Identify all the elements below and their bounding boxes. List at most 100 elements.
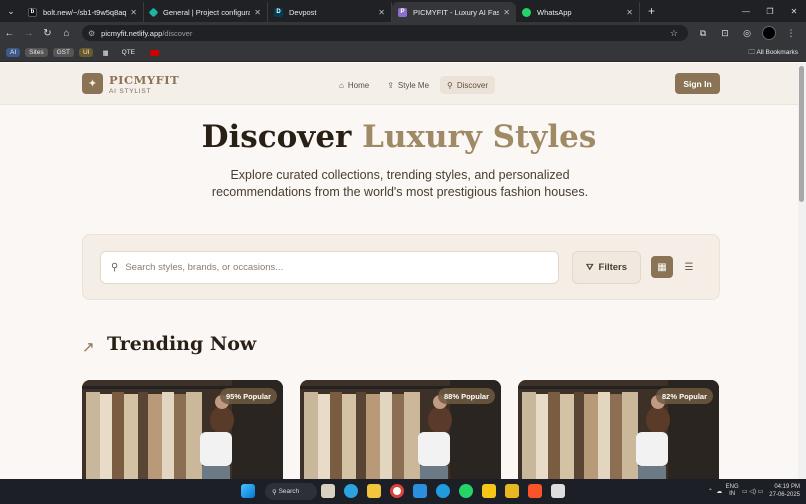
bookmark-ai[interactable]: AI (6, 48, 21, 57)
notes-icon[interactable] (482, 484, 496, 498)
taskbar-search[interactable]: ⚲ Search (265, 483, 317, 500)
logo-sparkle-icon[interactable]: ✦ (82, 73, 103, 94)
scrollbar-thumb[interactable] (799, 66, 804, 202)
edge-icon[interactable] (436, 484, 450, 498)
close-window-icon[interactable]: ✕ (782, 0, 806, 22)
all-bookmarks[interactable]: 🗀 All Bookmarks (749, 48, 799, 59)
browser-tab-whatsapp[interactable]: WhatsApp ✕ (516, 2, 640, 22)
nav-discover[interactable]: ⚲ Discover (440, 76, 495, 94)
browser-tab-picmyfit[interactable]: P PICMYFIT - Luxury AI Fashion St... ✕ (392, 2, 516, 22)
reload-icon[interactable]: ↻ (38, 22, 57, 44)
bookmark-youtube[interactable] (144, 49, 163, 57)
extensions-icon[interactable]: ⧉ (692, 22, 714, 44)
page-description: Explore curated collections, trending st… (211, 168, 589, 199)
brave-icon[interactable] (528, 484, 542, 498)
trending-card[interactable]: 95% Popular (82, 380, 283, 479)
nav-discover-label: Discover (456, 80, 488, 90)
grid-icon: ▦ (657, 261, 667, 273)
browser-tab-general[interactable]: General | Project configuration ✕ (144, 2, 268, 22)
bookmark-sites[interactable]: Sites (25, 48, 48, 57)
url-path: /discover (162, 28, 193, 38)
vscode-icon[interactable] (413, 484, 427, 498)
volume-icon[interactable]: ◁) (749, 488, 756, 495)
close-tab-icon[interactable]: ✕ (503, 8, 510, 17)
address-bar-row: ← → ↻ ⌂ ⚙ picmyfit.netlify.app/discover … (0, 22, 806, 44)
bookmark-qte[interactable]: QTE (118, 48, 139, 57)
widgets-icon[interactable] (321, 484, 335, 498)
clock[interactable]: 04:19 PM 27-06-2025 (769, 483, 800, 499)
forward-icon[interactable]: → (19, 22, 38, 44)
region-label: IN (729, 491, 736, 497)
close-tab-icon[interactable]: ✕ (378, 8, 385, 17)
section-title-trending: Trending Now (107, 333, 257, 355)
system-tray: ⌃ ☁ ENG IN ▭ ◁) ▭ 04:19 PM 27-06-2025 (708, 483, 800, 499)
tab-title: Devpost (289, 7, 317, 17)
snipping-tool-icon[interactable] (551, 484, 565, 498)
tab-search-icon[interactable]: ⌄ (0, 0, 22, 22)
onedrive-icon[interactable]: ☁ (716, 488, 722, 495)
browser-tab-devpost[interactable]: D Devpost ✕ (268, 2, 392, 22)
app-icon[interactable] (505, 484, 519, 498)
grid-view-button[interactable]: ▦ (651, 256, 673, 278)
profile-avatar[interactable] (762, 26, 776, 40)
tray-chevron-icon[interactable]: ⌃ (708, 488, 713, 495)
url-host: picmyfit.netlify.app (101, 28, 163, 38)
taskbar-search-label: Search (278, 488, 300, 495)
netlify-favicon-icon (148, 7, 159, 17)
url-field[interactable]: ⚙ picmyfit.netlify.app/discover ☆ (82, 25, 688, 41)
brand-name[interactable]: PICMYFIT (109, 73, 179, 87)
sign-in-button[interactable]: Sign In (675, 73, 720, 94)
browser-tab-bolt[interactable]: b bolt.new/~/sb1-t9w5q8aq ✕ (22, 2, 144, 22)
tab-title: WhatsApp (537, 7, 572, 17)
nav-home[interactable]: ⌂ Home (332, 76, 376, 94)
maximize-icon[interactable]: ❐ (758, 0, 782, 22)
site-info-icon[interactable]: ⚙ (88, 29, 95, 38)
back-icon[interactable]: ← (0, 22, 19, 44)
bookmarks-bar: AI Sites GST UI ▦ QTE 🗀 All Bookmarks (0, 44, 806, 62)
trending-card[interactable]: 88% Popular (300, 380, 501, 479)
home-icon[interactable]: ⌂ (57, 22, 76, 44)
nav-style-me-label: Style Me (397, 80, 430, 90)
bookmark-star-icon[interactable]: ☆ (670, 28, 678, 39)
browser-menu-icon[interactable]: ⋮ (780, 22, 802, 44)
battery-icon[interactable]: ▭ (758, 488, 764, 495)
page-viewport: ✦ PICMYFIT AI STYLIST ⌂ Home ⇪ Style Me … (0, 63, 798, 479)
close-tab-icon[interactable]: ✕ (626, 8, 633, 17)
nav-style-me[interactable]: ⇪ Style Me (380, 76, 436, 94)
chrome-icon[interactable] (390, 484, 404, 498)
all-bookmarks-label: All Bookmarks (756, 49, 798, 56)
filters-label: Filters (598, 262, 628, 273)
display-icon[interactable]: ▭ (742, 488, 748, 495)
whatsapp-icon[interactable] (459, 484, 473, 498)
search-icon: ⚲ (111, 262, 119, 273)
filters-button[interactable]: ⛛ Filters (572, 251, 641, 284)
list-view-button[interactable]: ☰ (678, 256, 700, 278)
telegram-icon[interactable] (344, 484, 358, 498)
bolt-favicon-icon: b (28, 7, 37, 17)
browser-toolbar-right: ⧉ ⊡ ◎ ⋮ (692, 22, 802, 44)
page-scrollbar[interactable] (798, 63, 806, 479)
minimize-icon[interactable]: — (734, 0, 758, 22)
list-icon: ☰ (684, 261, 694, 273)
bookmark-gst[interactable]: GST (52, 48, 74, 57)
date: 27-06-2025 (769, 492, 800, 498)
save-page-icon[interactable]: ⊡ (714, 22, 736, 44)
close-tab-icon[interactable]: ✕ (254, 8, 261, 17)
search-panel: ⚲ Search styles, brands, or occasions...… (82, 234, 720, 300)
search-icon: ⚲ (447, 80, 453, 90)
search-input[interactable]: ⚲ Search styles, brands, or occasions... (100, 251, 559, 284)
language-indicator[interactable]: ENG IN (726, 484, 739, 498)
incognito-icon[interactable]: ◎ (736, 22, 758, 44)
trending-card[interactable]: 82% Popular (518, 380, 719, 479)
brand-tagline: AI STYLIST (109, 88, 152, 95)
windows-start-icon[interactable] (241, 484, 255, 498)
apps-grid-icon[interactable]: ▦ (98, 48, 112, 58)
file-explorer-icon[interactable] (367, 484, 381, 498)
upload-icon: ⇪ (387, 80, 394, 90)
bookmark-ui[interactable]: UI (78, 48, 94, 57)
time: 04:19 PM (774, 484, 800, 490)
tab-title: bolt.new/~/sb1-t9w5q8aq (43, 7, 127, 17)
new-tab-icon[interactable]: + (648, 4, 655, 18)
close-tab-icon[interactable]: ✕ (130, 8, 137, 17)
picmyfit-favicon-icon: P (398, 7, 407, 17)
